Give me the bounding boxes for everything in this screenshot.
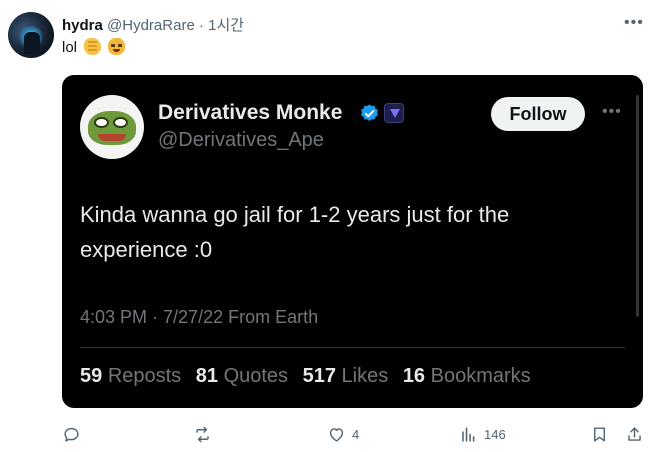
frog-mouth (98, 134, 126, 141)
divider (80, 347, 625, 348)
quoted-tweet-image[interactable]: Derivatives Monke @Derivatives_Ape Follo… (62, 75, 643, 408)
views-count: 146 (484, 426, 506, 442)
quoted-body: Kinda wanna go jail for 1-2 years just f… (80, 202, 510, 262)
repost-button[interactable] (193, 420, 212, 448)
clapping-hands-emoji (84, 38, 102, 55)
laughing-cat-emoji (108, 38, 126, 55)
stat-label: Reposts (107, 365, 182, 387)
reply-button[interactable] (62, 420, 81, 448)
stat-label: Likes (341, 365, 389, 387)
quoted-avatar (80, 95, 144, 159)
stat-value: 16 (402, 365, 426, 387)
views-button[interactable]: 146 (459, 420, 506, 448)
post-time[interactable]: 1시간 (208, 17, 244, 34)
stat-label: Bookmarks (430, 365, 531, 387)
repost-icon (196, 426, 209, 442)
post-header: hydra @HydraRare · 1시간 (62, 14, 244, 35)
stat-value: 81 (195, 365, 218, 387)
like-button[interactable]: 4 (327, 420, 359, 448)
share-button[interactable] (625, 420, 644, 448)
author-handle[interactable]: @HydraRare (107, 17, 195, 34)
post-text: lol (62, 38, 126, 56)
quoted-more-icon: ••• (602, 103, 622, 120)
post-more-icon[interactable]: ••• (624, 14, 644, 32)
share-icon (628, 426, 641, 441)
follow-button: Follow (491, 97, 585, 131)
stat-value: 517 (302, 365, 336, 387)
author-avatar[interactable] (8, 12, 54, 58)
post-text-content: lol (62, 39, 78, 56)
scrollbar (636, 95, 639, 317)
stat-label: Quotes (223, 365, 289, 387)
quoted-stats: 59 Reposts 81 Quotes 517 Likes 16 Bookma… (80, 365, 540, 388)
heart-icon (329, 427, 344, 442)
action-bar: 4 146 (0, 420, 665, 448)
quoted-meta: 4:03 PM · 7/27/22 From Earth (80, 307, 319, 327)
frog-eye-left (94, 117, 109, 128)
verified-badge-icon (361, 104, 378, 121)
author-name[interactable]: hydra (62, 17, 103, 34)
avatar-figure (24, 32, 40, 54)
like-count: 4 (352, 426, 360, 442)
views-icon (462, 426, 475, 442)
bookmark-button[interactable] (590, 420, 609, 448)
post: hydra @HydraRare · 1시간 ••• lol Derivativ… (0, 0, 665, 452)
affiliate-badge-icon (384, 103, 404, 123)
reply-icon (64, 427, 79, 442)
header-separator: · (198, 17, 204, 34)
quoted-display-name: Derivatives Monke (158, 101, 343, 124)
frog-eye-right (113, 117, 128, 128)
stat-value: 59 (80, 365, 103, 387)
bookmark-icon (594, 426, 605, 442)
quoted-handle: @Derivatives_Ape (158, 129, 324, 151)
